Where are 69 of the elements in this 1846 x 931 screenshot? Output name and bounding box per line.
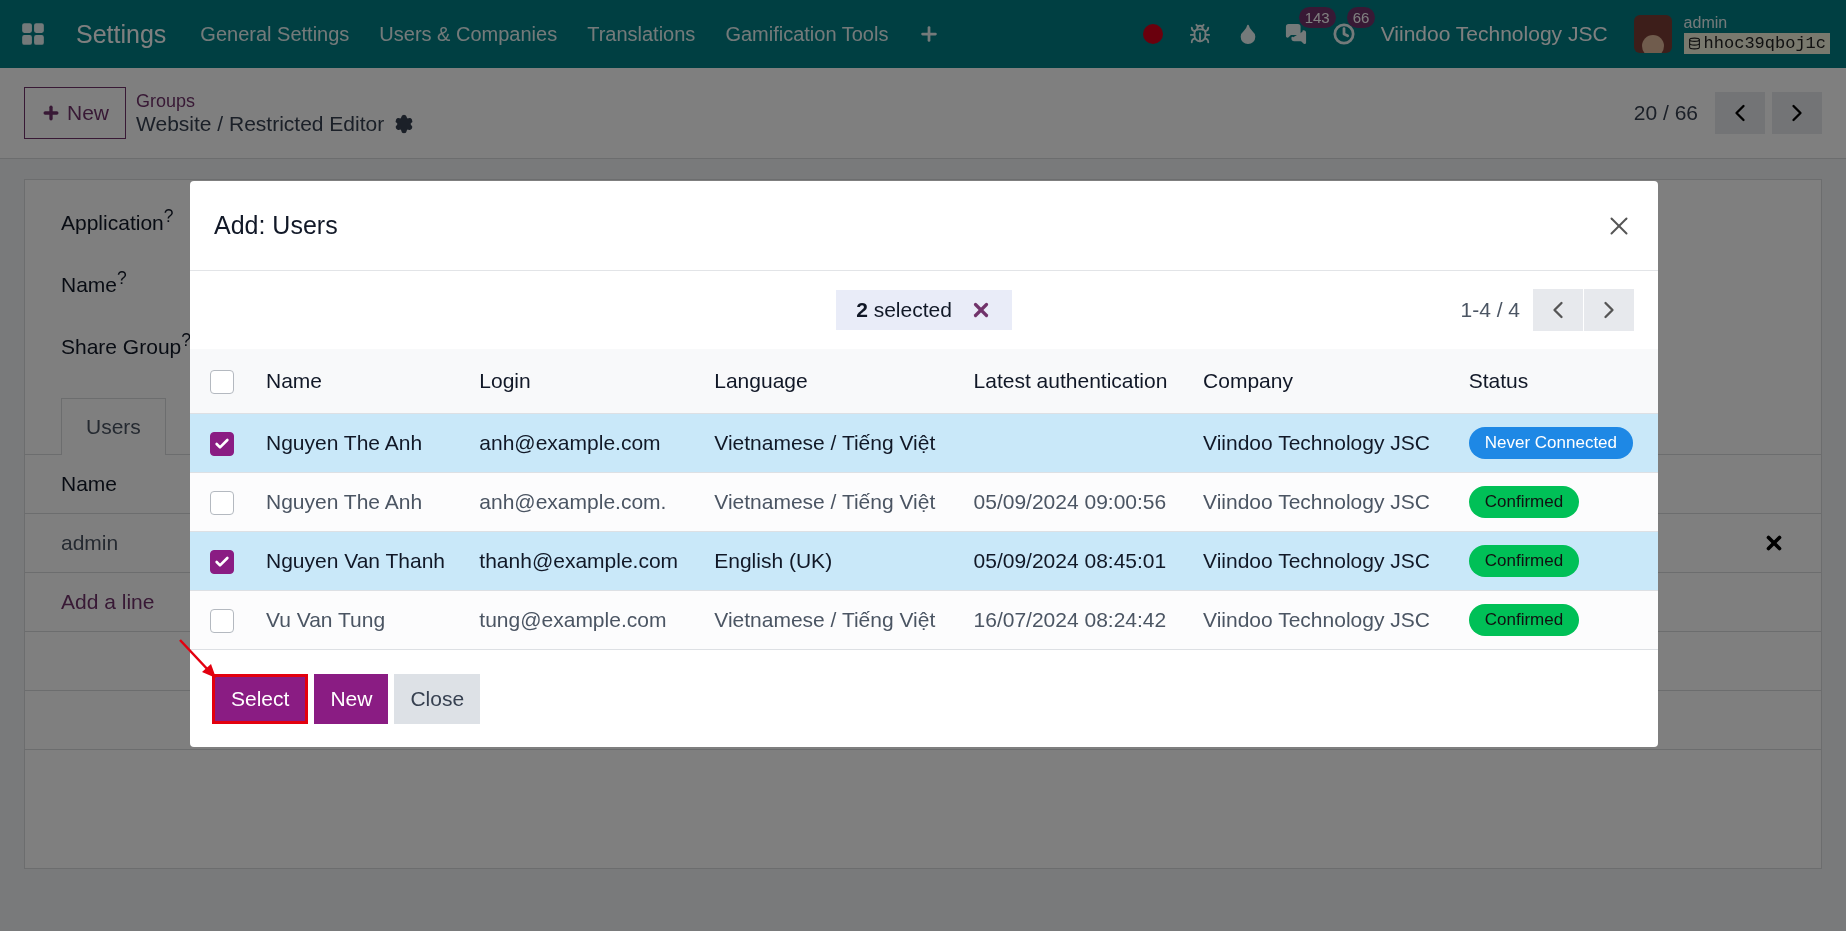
- table-cell: anh@example.com.: [479, 490, 667, 513]
- annotation-arrow: [178, 638, 218, 680]
- chat-icon[interactable]: [1284, 23, 1307, 45]
- table-cell: 05/09/2024 09:00:56: [973, 490, 1167, 513]
- table-cell: Vietnamese / Tiếng Việt: [714, 431, 936, 454]
- user-avatar[interactable]: [1633, 15, 1672, 53]
- table-cell: Viindoo Technology JSC: [1203, 490, 1430, 513]
- pager-text: 20 / 66: [1633, 101, 1698, 125]
- table-cell: Viindoo Technology JSC: [1203, 431, 1430, 454]
- primary-button[interactable]: New: [314, 673, 389, 724]
- next-button[interactable]: [1772, 92, 1822, 134]
- new-button[interactable]: New: [24, 87, 126, 139]
- database-icon: [1687, 36, 1701, 50]
- message-count: 143: [1298, 7, 1336, 28]
- previous-button[interactable]: [1533, 289, 1583, 331]
- table-cell: Nguyen The Anh: [266, 431, 423, 454]
- pager-text: 1-4 / 4: [1460, 298, 1520, 322]
- status-badge: Never Connected: [1468, 427, 1634, 459]
- previous-button[interactable]: [1715, 92, 1765, 134]
- add-line-link[interactable]: Add a line: [61, 590, 155, 614]
- table-cell: tung@example.com: [479, 608, 667, 631]
- settings-icon[interactable]: [394, 113, 415, 134]
- table-cell: English (UK): [714, 549, 833, 572]
- apps-menu-icon[interactable]: [20, 21, 46, 47]
- table-cell: Vu Van Tung: [266, 608, 386, 631]
- table-cell: Nguyen Van Thanh: [266, 549, 446, 572]
- tab[interactable]: Users: [61, 398, 166, 455]
- table-cell: Viindoo Technology JSC: [1203, 549, 1430, 572]
- status-badge: Confirmed: [1468, 545, 1580, 577]
- next-button[interactable]: [1584, 289, 1634, 331]
- column-header: Name: [61, 472, 118, 496]
- database-name: hhoc39qboj1c: [1683, 32, 1830, 54]
- status-badge: Confirmed: [1468, 486, 1580, 518]
- column-header[interactable]: Status: [1460, 349, 1658, 414]
- table-cell: anh@example.com: [479, 431, 661, 454]
- select-all-checkbox[interactable]: [210, 369, 234, 394]
- column-header[interactable]: Latest authentication: [965, 349, 1196, 414]
- table-cell: Vietnamese / Tiếng Việt: [714, 490, 936, 513]
- column-header[interactable]: Company: [1195, 349, 1461, 414]
- column-header[interactable]: Language: [706, 349, 966, 414]
- clock-icon[interactable]: [1332, 23, 1355, 45]
- field-label: Share Group$^{?}$: [61, 330, 191, 360]
- row-checkbox[interactable]: [210, 490, 234, 515]
- table-cell: Vietnamese / Tiếng Việt: [714, 608, 936, 631]
- column-header[interactable]: Name: [258, 349, 472, 414]
- record-title: Website / Restricted Editor: [136, 111, 385, 136]
- selection-count: 2 selected: [856, 298, 952, 322]
- field-label: Application$^{?}$: [61, 206, 174, 236]
- table-row[interactable]: Nguyen The Anh anh@example.com. Vietnamese / Tiếng Việt 05/09/2024 09:00:56 Viindoo Technology JSC Confirmed: [190, 472, 1658, 532]
- table-cell: thanh@example.com: [479, 549, 679, 572]
- field-label: Name$^{?}$: [61, 268, 127, 298]
- bug-icon[interactable]: [1188, 23, 1211, 45]
- user-name: admin: [1683, 14, 1729, 31]
- table-cell: Viindoo Technology JSC: [1203, 608, 1430, 631]
- primary-button[interactable]: Select: [212, 673, 309, 724]
- table-cell: Nguyen The Anh: [266, 490, 423, 513]
- plus-icon: [41, 103, 61, 123]
- table-cell: 16/07/2024 08:24:42: [973, 608, 1167, 631]
- row-checkbox[interactable]: [210, 549, 234, 574]
- activity-count: 66: [1346, 7, 1376, 28]
- table-cell: admin: [61, 531, 119, 555]
- table-cell: 05/09/2024 08:45:01: [973, 549, 1167, 572]
- status-badge: Confirmed: [1468, 604, 1580, 636]
- row-checkbox[interactable]: [210, 608, 234, 633]
- dialog-title: Add: Users: [214, 211, 338, 240]
- breadcrumb-link[interactable]: Groups: [136, 90, 415, 112]
- column-header[interactable]: Login: [471, 349, 707, 414]
- row-checkbox[interactable]: [210, 431, 234, 456]
- secondary-button[interactable]: Close: [394, 673, 481, 724]
